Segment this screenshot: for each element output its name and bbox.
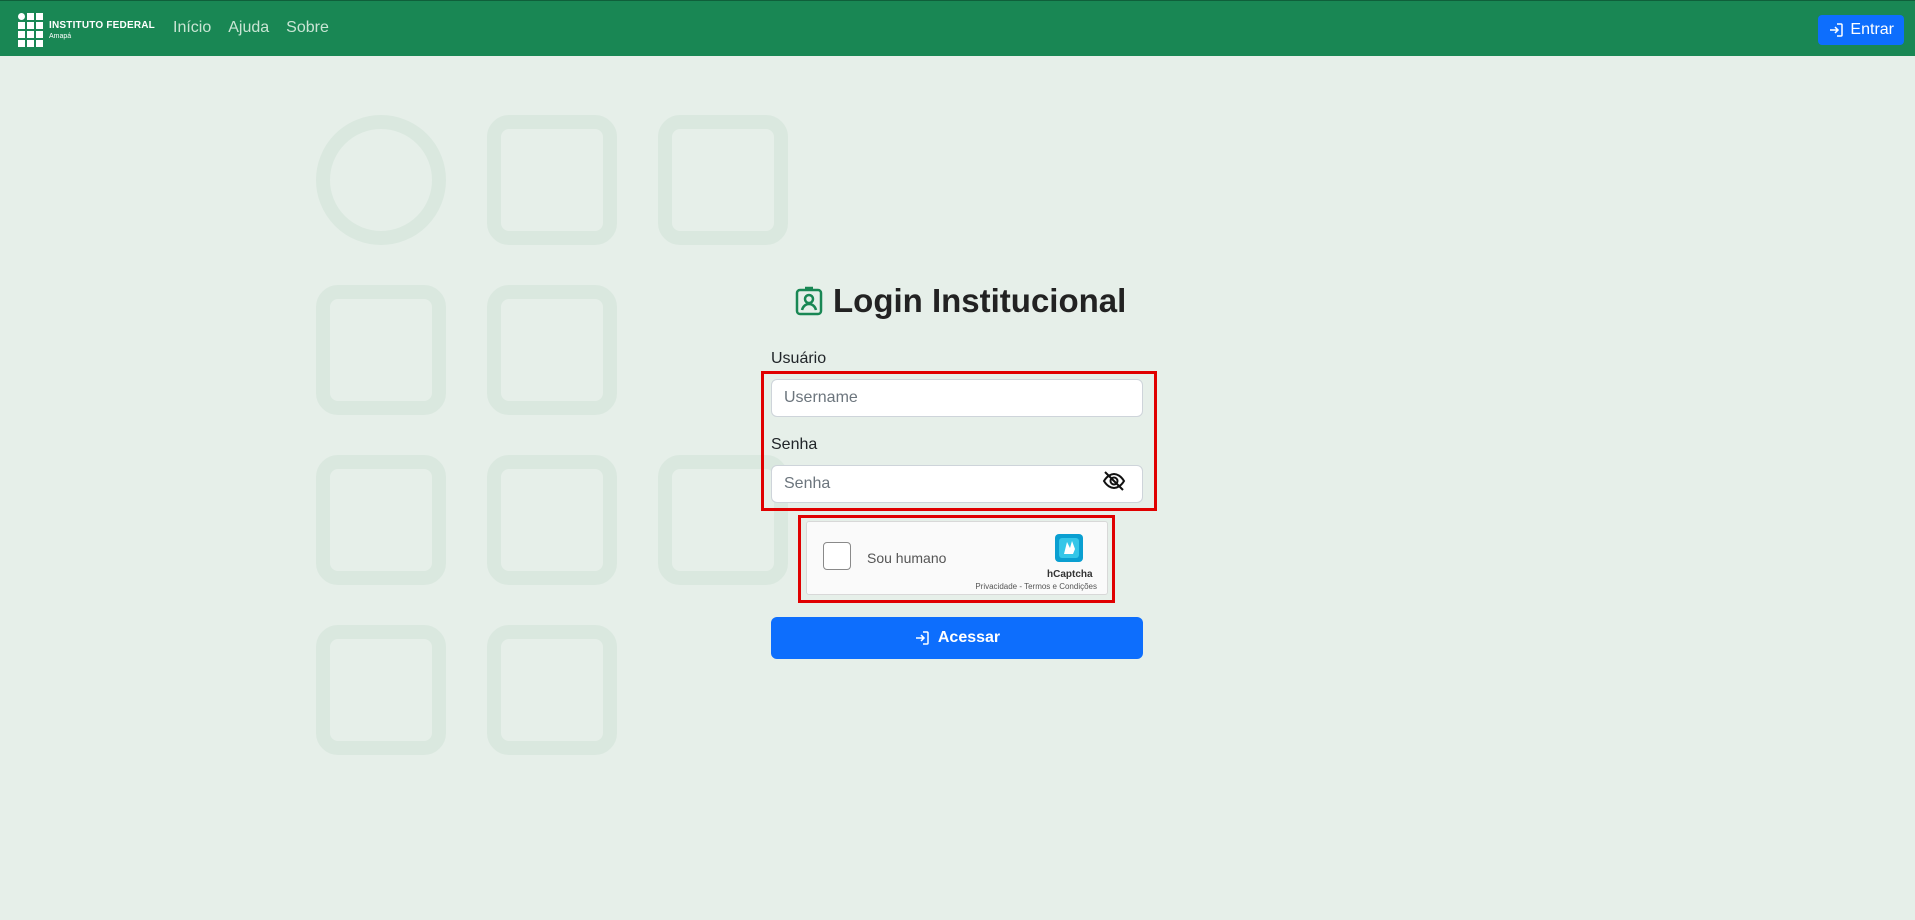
nav-links: Início Ajuda Sobre bbox=[173, 19, 329, 37]
acessar-button[interactable]: Acessar bbox=[771, 617, 1143, 659]
login-title-text: Login Institucional bbox=[833, 282, 1127, 319]
login-icon bbox=[1830, 23, 1844, 37]
entrar-button[interactable]: Entrar bbox=[1818, 15, 1904, 45]
id-badge-icon bbox=[795, 286, 823, 316]
nav-link-inicio[interactable]: Início bbox=[173, 19, 211, 37]
institute-logo-icon bbox=[18, 13, 43, 47]
captcha-highlight bbox=[798, 515, 1115, 603]
login-title: Login Institucional bbox=[795, 282, 1126, 320]
username-label: Usuário bbox=[771, 350, 827, 367]
navbar: INSTITUTO FEDERAL Amapá Início Ajuda Sob… bbox=[0, 0, 1915, 56]
nav-link-ajuda[interactable]: Ajuda bbox=[228, 19, 269, 37]
nav-link-sobre[interactable]: Sobre bbox=[286, 19, 329, 37]
entrar-button-label: Entrar bbox=[1850, 21, 1894, 38]
logo-title: INSTITUTO FEDERAL bbox=[49, 19, 155, 31]
credentials-highlight bbox=[761, 371, 1157, 511]
logo-subtitle: Amapá bbox=[49, 32, 72, 40]
institute-logo[interactable]: INSTITUTO FEDERAL Amapá bbox=[18, 13, 155, 47]
acessar-button-label: Acessar bbox=[937, 629, 1001, 646]
login-icon bbox=[915, 631, 929, 645]
